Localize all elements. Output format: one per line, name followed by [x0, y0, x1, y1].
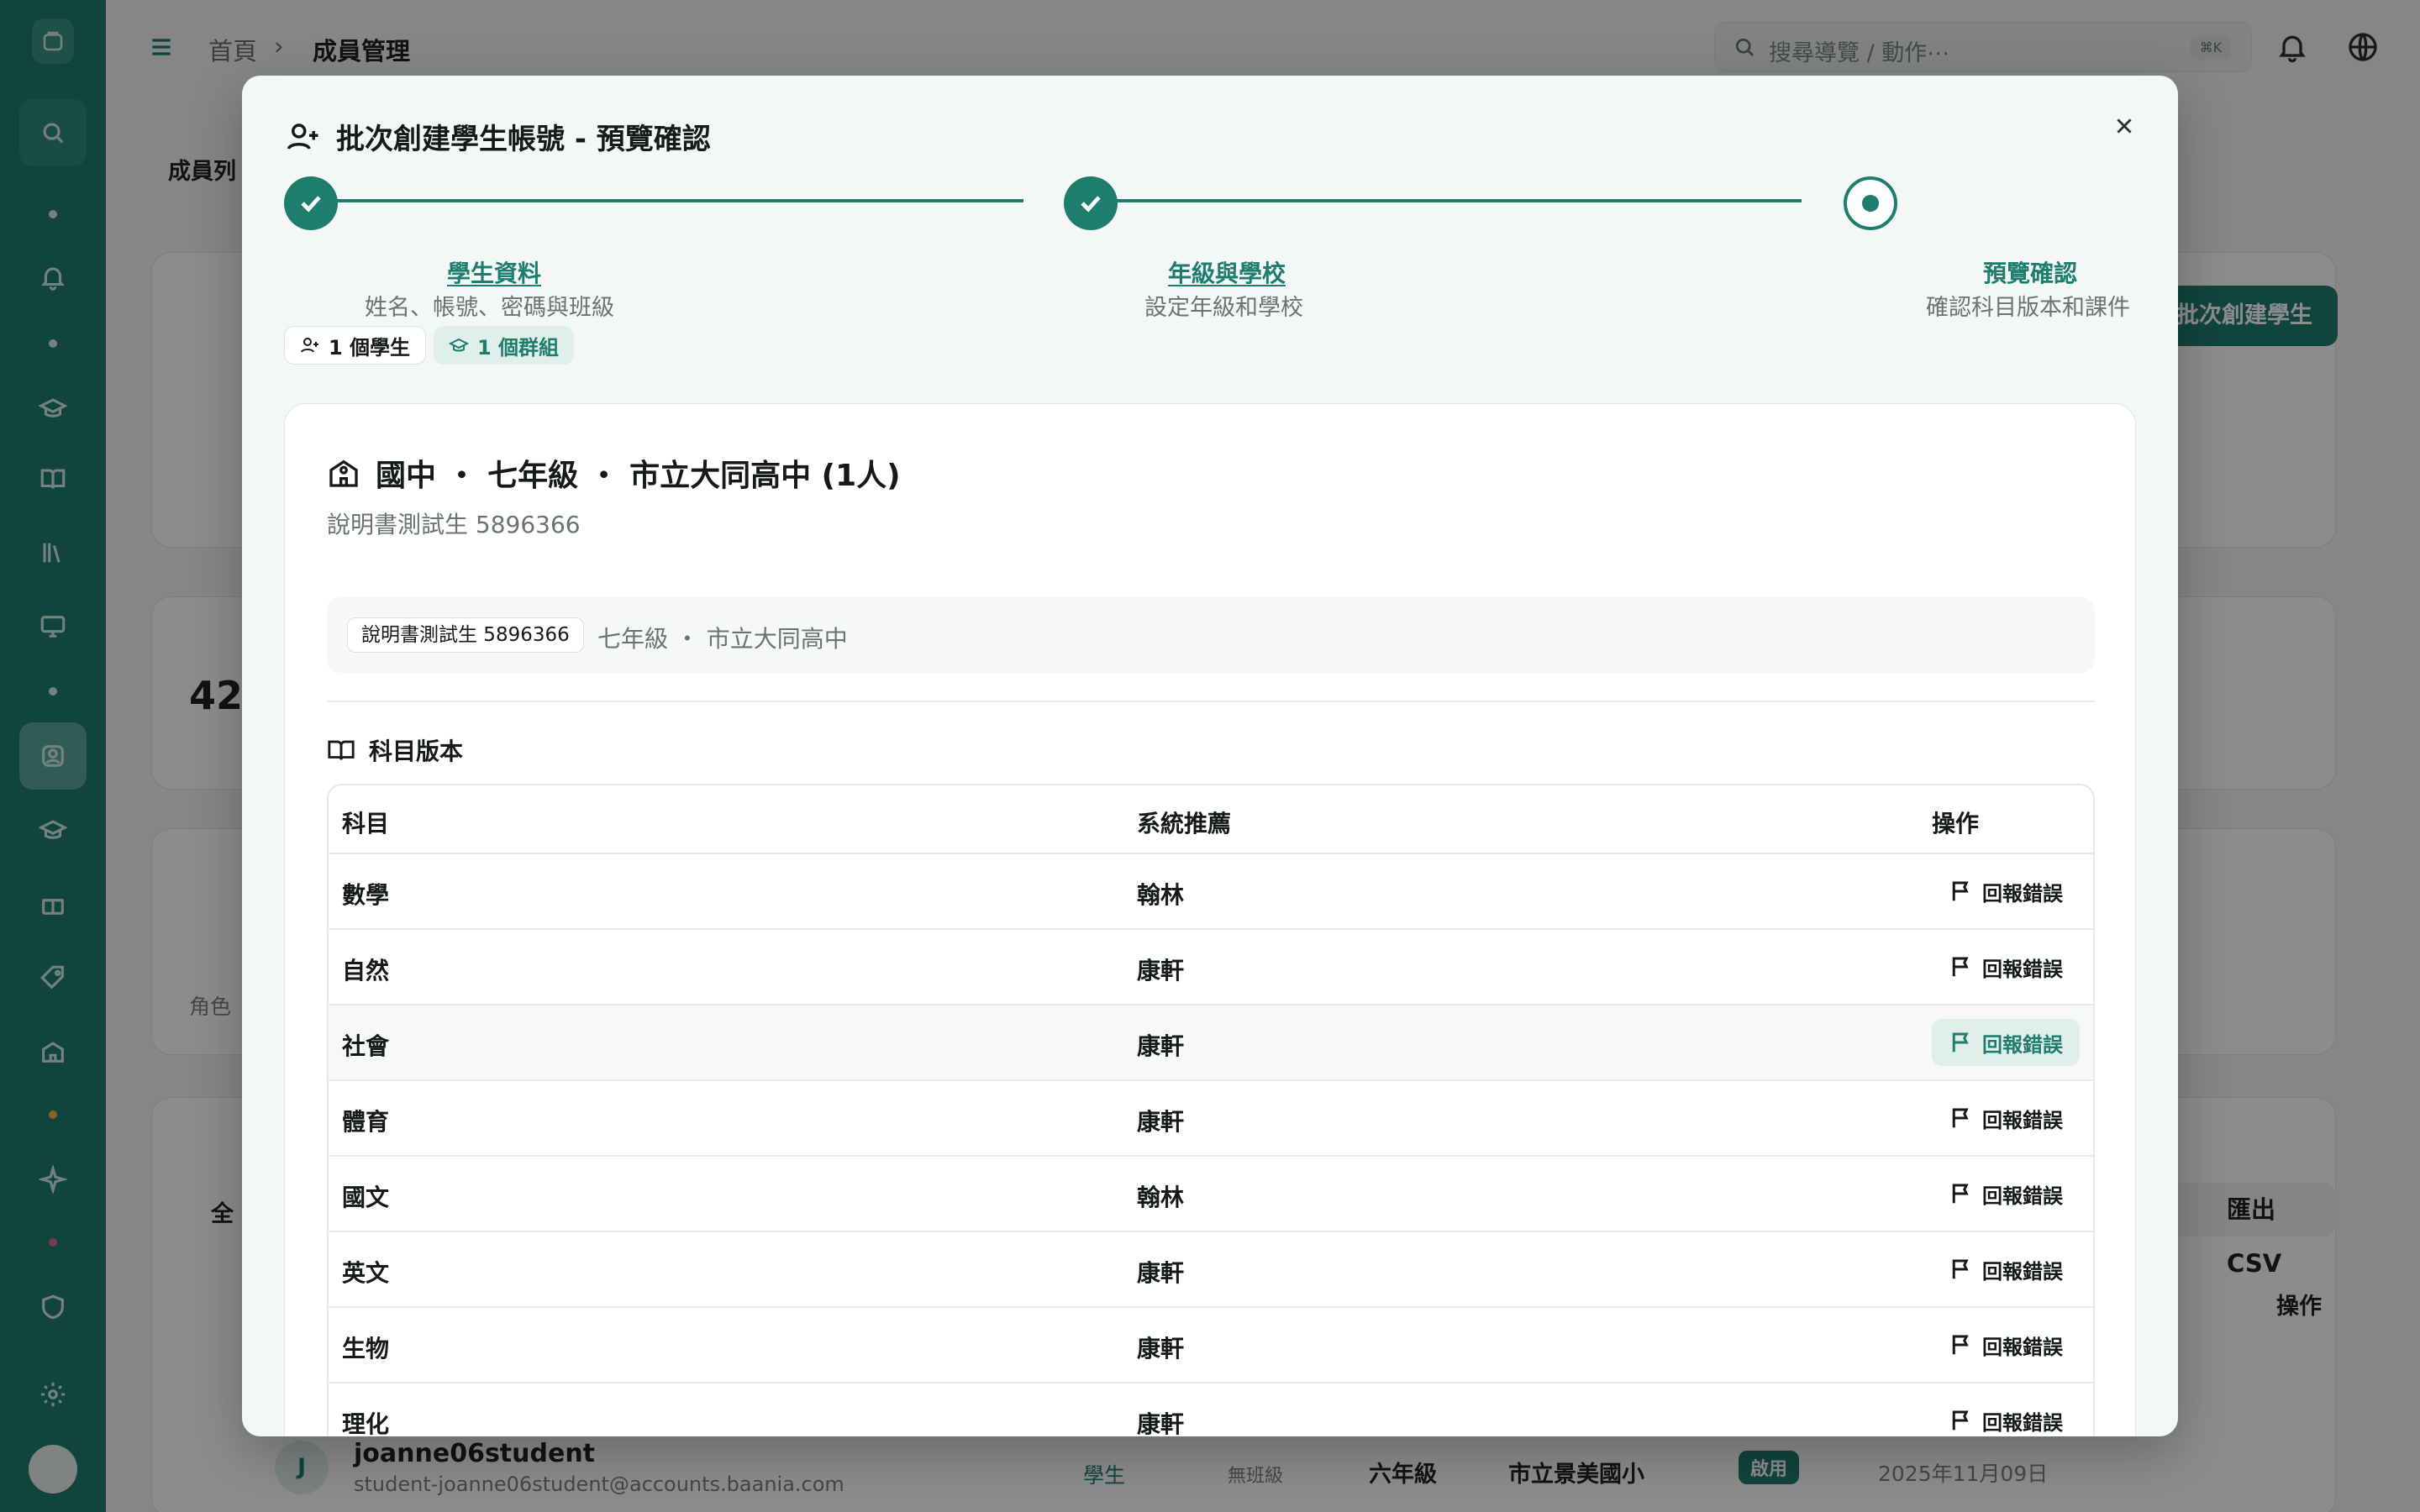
- step-2-desc: 設定年級和學校: [1144, 295, 1303, 321]
- table-row: 英文 康軒 回報錯誤: [329, 1232, 2093, 1308]
- flag-icon: [1952, 1410, 1969, 1431]
- recommend-cell: 翰林: [1137, 881, 1185, 909]
- stepper: 學生資料 姓名、帳號、密碼與班級 年級與學校 設定年級和學校 預覽確認 確認科目…: [242, 176, 2178, 321]
- step-1-desc: 姓名、帳號、密碼與班級: [365, 295, 614, 321]
- col-header-subject: 科目: [342, 810, 390, 837]
- table-row: 社會 康軒 回報錯誤: [329, 1005, 2093, 1081]
- report-error-label: 回報錯誤: [1982, 957, 2063, 981]
- report-error-button[interactable]: 回報錯誤: [1932, 868, 2080, 915]
- col-header-recommend: 系統推薦: [1137, 810, 1232, 837]
- table-row: 自然 康軒 回報錯誤: [329, 930, 2093, 1005]
- check-icon: [1081, 196, 1101, 213]
- report-error-button[interactable]: 回報錯誤: [1932, 1321, 2080, 1368]
- step-connector: [311, 199, 1023, 202]
- recommend-cell: 康軒: [1137, 1108, 1185, 1136]
- table-row: 數學 翰林 回報錯誤: [329, 854, 2093, 930]
- table-header: 科目 系統推薦 操作: [329, 785, 2093, 854]
- school-icon: [329, 459, 358, 487]
- step-2-indicator[interactable]: [1064, 176, 1118, 230]
- subjects-section-title: 科目版本: [327, 733, 463, 767]
- group-subtitle: 說明書測試生 5896366: [327, 511, 581, 538]
- group-count: 1 個群組: [477, 335, 560, 360]
- report-error-label: 回報錯誤: [1982, 1410, 2063, 1435]
- col-header-action: 操作: [1932, 810, 1980, 837]
- report-error-label: 回報錯誤: [1982, 1184, 2063, 1208]
- subject-cell: 英文: [342, 1259, 390, 1287]
- step-3-indicator[interactable]: [1844, 176, 1897, 230]
- subjects-section-label: 科目版本: [369, 738, 464, 765]
- divider: [327, 701, 2095, 702]
- batch-create-modal: 批次創建學生帳號 - 預覽確認 學生資料 姓名、帳號、密碼與班級 年級與學校 設…: [242, 76, 2178, 1436]
- student-row: 說明書測試生 5896366 七年級 ・ 市立大同高中: [327, 597, 2095, 673]
- step-connector: [1091, 199, 1802, 202]
- step-1-label[interactable]: 學生資料: [447, 255, 541, 289]
- table-row: 生物 康軒 回報錯誤: [329, 1308, 2093, 1383]
- recommend-cell: 康軒: [1137, 1259, 1185, 1287]
- flag-icon: [1952, 881, 1969, 901]
- student-name-chip: 說明書測試生 5896366: [347, 617, 584, 653]
- group-count-badge: 1 個群組: [434, 326, 575, 365]
- subject-cell: 體育: [342, 1108, 390, 1136]
- table-row: 體育 康軒 回報錯誤: [329, 1081, 2093, 1157]
- graduation-cap-icon: [449, 338, 469, 352]
- group-title: 國中 ・ 七年級 ・ 市立大同高中 (1人): [327, 451, 901, 495]
- recommend-cell: 康軒: [1137, 1335, 1185, 1362]
- report-error-label: 回報錯誤: [1982, 1108, 2063, 1132]
- group-card: 國中 ・ 七年級 ・ 市立大同高中 (1人) 說明書測試生 5896366 說明…: [284, 403, 2136, 1436]
- user-plus-icon: [301, 338, 318, 353]
- subject-cell: 數學: [342, 881, 390, 909]
- report-error-button[interactable]: 回報錯誤: [1932, 1246, 2080, 1293]
- subject-cell: 國文: [342, 1184, 390, 1211]
- group-title-text: 國中 ・ 七年級 ・ 市立大同高中 (1人): [376, 459, 901, 493]
- step-1-indicator[interactable]: [284, 176, 338, 230]
- flag-icon: [1952, 1335, 1969, 1355]
- check-icon: [301, 196, 321, 213]
- step-2-label[interactable]: 年級與學校: [1168, 255, 1286, 289]
- subject-cell: 自然: [342, 957, 390, 984]
- report-error-label: 回報錯誤: [1982, 1335, 2063, 1359]
- report-error-button[interactable]: 回報錯誤: [1932, 1170, 2080, 1217]
- report-error-label: 回報錯誤: [1982, 1032, 2063, 1057]
- student-meta: 七年級 ・ 市立大同高中: [597, 625, 848, 653]
- report-error-label: 回報錯誤: [1982, 1259, 2063, 1284]
- flag-icon: [1952, 1259, 1969, 1279]
- flag-icon: [1952, 1108, 1969, 1128]
- report-error-label: 回報錯誤: [1982, 881, 2063, 906]
- subject-cell: 社會: [342, 1032, 390, 1060]
- book-open-icon: [328, 740, 355, 760]
- recommend-cell: 翰林: [1137, 1184, 1185, 1211]
- flag-icon: [1952, 1032, 1969, 1053]
- subject-cell: 生物: [342, 1335, 390, 1362]
- report-error-button[interactable]: 回報錯誤: [1932, 943, 2080, 990]
- student-count-badge: 1 個學生: [284, 326, 427, 365]
- close-button[interactable]: [2104, 106, 2144, 146]
- report-error-button[interactable]: 回報錯誤: [1932, 1095, 2080, 1142]
- user-plus-icon: [287, 123, 318, 150]
- report-error-button[interactable]: 回報錯誤: [1932, 1397, 2080, 1436]
- step-3-desc: 確認科目版本和課件: [1926, 295, 2130, 321]
- recommend-cell: 康軒: [1137, 1032, 1185, 1060]
- subject-cell: 理化: [342, 1410, 390, 1436]
- table-row: 理化 康軒 回報錯誤: [329, 1383, 2093, 1436]
- subjects-table: 科目 系統推薦 操作 數學 翰林 回報錯誤 自然 康軒 回報錯誤 社會 康軒 回…: [327, 784, 2095, 1436]
- flag-icon: [1952, 957, 1969, 977]
- report-error-button[interactable]: 回報錯誤: [1932, 1019, 2080, 1066]
- modal-title: 批次創建學生帳號 - 預覽確認: [286, 116, 711, 157]
- close-icon: [2117, 118, 2132, 134]
- table-row: 國文 翰林 回報錯誤: [329, 1157, 2093, 1232]
- recommend-cell: 康軒: [1137, 1410, 1185, 1436]
- step-3-label: 預覽確認: [1983, 260, 2078, 287]
- student-count: 1 個學生: [329, 335, 411, 360]
- recommend-cell: 康軒: [1137, 957, 1185, 984]
- flag-icon: [1952, 1184, 1969, 1204]
- modal-title-text: 批次創建學生帳號 - 預覽確認: [336, 123, 711, 156]
- current-step-dot: [1862, 195, 1879, 212]
